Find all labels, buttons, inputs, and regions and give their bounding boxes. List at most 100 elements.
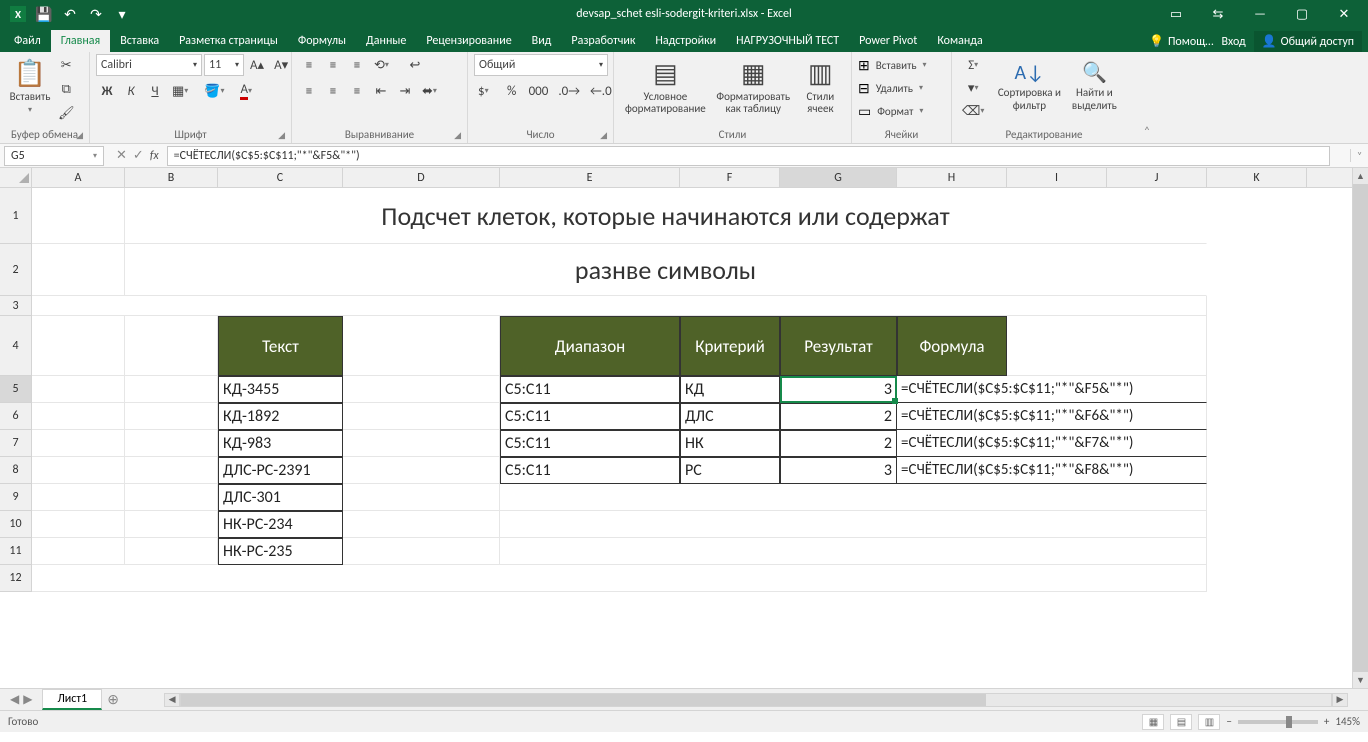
criterion-cell[interactable]: РС (680, 457, 780, 484)
paste-button[interactable]: 📋 Вставить ▾ (6, 54, 54, 120)
cell[interactable] (32, 244, 125, 296)
cut-icon[interactable]: ✂ (54, 54, 79, 76)
bold-icon[interactable]: Ж (96, 80, 118, 102)
decrease-font-icon[interactable]: A▾ (270, 54, 292, 76)
formula-cell[interactable]: =СЧЁТЕСЛИ($C$5:$C$11;"*"&F5&"*") (897, 376, 1207, 403)
help-switch-icon[interactable]: ⇆ (1200, 2, 1236, 26)
title-cell-1[interactable]: Подсчет клеток, которые начинаются или с… (125, 188, 1207, 244)
font-color-icon[interactable]: A▾ (236, 80, 262, 102)
range-cell[interactable]: C5:C11 (500, 430, 680, 457)
formula-bar[interactable]: =СЧЁТЕСЛИ($C$5:$C$11;"*"&F5&"*") (167, 146, 1330, 166)
tell-me[interactable]: 💡Помощ… (1149, 34, 1213, 49)
tab-view[interactable]: Вид (522, 30, 562, 52)
text-cell[interactable]: КД-983 (218, 430, 343, 457)
col-B[interactable]: B (125, 168, 218, 187)
indent-increase-icon[interactable]: ⇥ (394, 80, 416, 102)
cell[interactable] (500, 511, 1207, 538)
row-6[interactable]: 6 (0, 403, 32, 430)
criterion-cell[interactable]: КД (680, 376, 780, 403)
col-K[interactable]: K (1207, 168, 1307, 187)
cell[interactable] (500, 484, 1207, 511)
cell[interactable] (125, 538, 218, 565)
sort-filter-button[interactable]: A↓Сортировка и фильтр (994, 54, 1064, 120)
cancel-formula-icon[interactable]: ✕ (116, 148, 127, 163)
formula-cell[interactable]: =СЧЁТЕСЛИ($C$5:$C$11;"*"&F8&"*") (897, 457, 1207, 484)
row-12[interactable]: 12 (0, 565, 32, 592)
row-4[interactable]: 4 (0, 316, 32, 376)
cell[interactable] (1007, 316, 1207, 376)
sheet-nav-prev-icon[interactable]: ◀ (10, 692, 19, 707)
percent-icon[interactable]: % (501, 80, 523, 102)
row-2[interactable]: 2 (0, 244, 32, 296)
fx-icon[interactable]: fx (150, 149, 159, 163)
cell[interactable] (32, 376, 125, 403)
vertical-scrollbar[interactable]: ▲ ▼ (1352, 168, 1368, 688)
cell[interactable] (125, 316, 218, 376)
cell[interactable] (125, 403, 218, 430)
cell[interactable] (125, 457, 218, 484)
format-painter-icon[interactable]: 🖌 (54, 102, 79, 124)
cell[interactable] (343, 484, 500, 511)
col-C[interactable]: C (218, 168, 343, 187)
scroll-left-icon[interactable]: ◀ (164, 693, 180, 707)
tab-powerpivot[interactable]: Power Pivot (849, 30, 927, 52)
merge-cells-icon[interactable]: ⬌▾ (418, 80, 446, 102)
tab-insert[interactable]: Вставка (110, 30, 169, 52)
header-result[interactable]: Результат (780, 316, 897, 376)
cell[interactable] (343, 538, 500, 565)
qat-more-icon[interactable]: ▾ (110, 2, 134, 26)
row-10[interactable]: 10 (0, 511, 32, 538)
tab-developer[interactable]: Разработчик (561, 30, 645, 52)
criterion-cell[interactable]: ДЛС (680, 403, 780, 430)
cell[interactable] (343, 511, 500, 538)
expand-formula-bar-icon[interactable]: ˅ (1350, 149, 1368, 162)
tab-loadtest[interactable]: НАГРУЗОЧНЫЙ ТЕСТ (726, 30, 849, 52)
text-cell[interactable]: КД-1892 (218, 403, 343, 430)
col-D[interactable]: D (343, 168, 500, 187)
format-as-table-button[interactable]: ▦Форматировать как таблицу (711, 54, 796, 120)
cell[interactable] (343, 457, 500, 484)
text-cell[interactable]: НК-РС-235 (218, 538, 343, 565)
cell[interactable] (343, 403, 500, 430)
tab-addins[interactable]: Надстройки (645, 30, 726, 52)
row-11[interactable]: 11 (0, 538, 32, 565)
italic-icon[interactable]: К (120, 80, 142, 102)
number-format-combo[interactable]: Общий▾ (474, 54, 608, 76)
criterion-cell[interactable]: НК (680, 430, 780, 457)
redo-icon[interactable]: ↷ (84, 2, 108, 26)
delete-cells-button[interactable]: Удалить (872, 77, 917, 99)
cell[interactable] (343, 430, 500, 457)
font-name-combo[interactable]: Calibri▾ (96, 54, 202, 76)
tab-formulas[interactable]: Формулы (288, 30, 356, 52)
header-criterion[interactable]: Критерий (680, 316, 780, 376)
increase-font-icon[interactable]: A▴ (246, 54, 268, 76)
comma-icon[interactable]: 000 (525, 80, 553, 102)
col-E[interactable]: E (500, 168, 680, 187)
align-right-icon[interactable]: ≡ (346, 80, 368, 102)
dialog-launcher-icon[interactable]: ◢ (454, 130, 461, 141)
cell[interactable] (343, 376, 500, 403)
zoom-slider[interactable] (1238, 720, 1318, 724)
cell[interactable] (500, 538, 1207, 565)
cell[interactable] (125, 511, 218, 538)
text-cell[interactable]: КД-3455 (218, 376, 343, 403)
result-cell[interactable]: 2 (780, 430, 897, 457)
cell[interactable] (32, 457, 125, 484)
tab-team[interactable]: Команда (927, 30, 992, 52)
normal-view-icon[interactable]: ▦ (1142, 714, 1164, 730)
indent-decrease-icon[interactable]: ⇤ (370, 80, 392, 102)
cell[interactable] (32, 296, 1207, 316)
page-layout-view-icon[interactable]: ▤ (1170, 714, 1192, 730)
save-icon[interactable]: 💾 (32, 2, 56, 26)
cell[interactable] (32, 484, 125, 511)
cell[interactable] (32, 430, 125, 457)
currency-icon[interactable]: $▾ (474, 80, 499, 102)
page-break-view-icon[interactable]: ▥ (1198, 714, 1220, 730)
tab-page-layout[interactable]: Разметка страницы (169, 30, 288, 52)
align-bottom-icon[interactable]: ≡ (346, 54, 368, 76)
header-range[interactable]: Диапазон (500, 316, 680, 376)
row-5[interactable]: 5 (0, 376, 32, 403)
cell[interactable] (32, 403, 125, 430)
text-cell[interactable]: ДЛС-РС-2391 (218, 457, 343, 484)
result-cell[interactable]: 3 (780, 457, 897, 484)
